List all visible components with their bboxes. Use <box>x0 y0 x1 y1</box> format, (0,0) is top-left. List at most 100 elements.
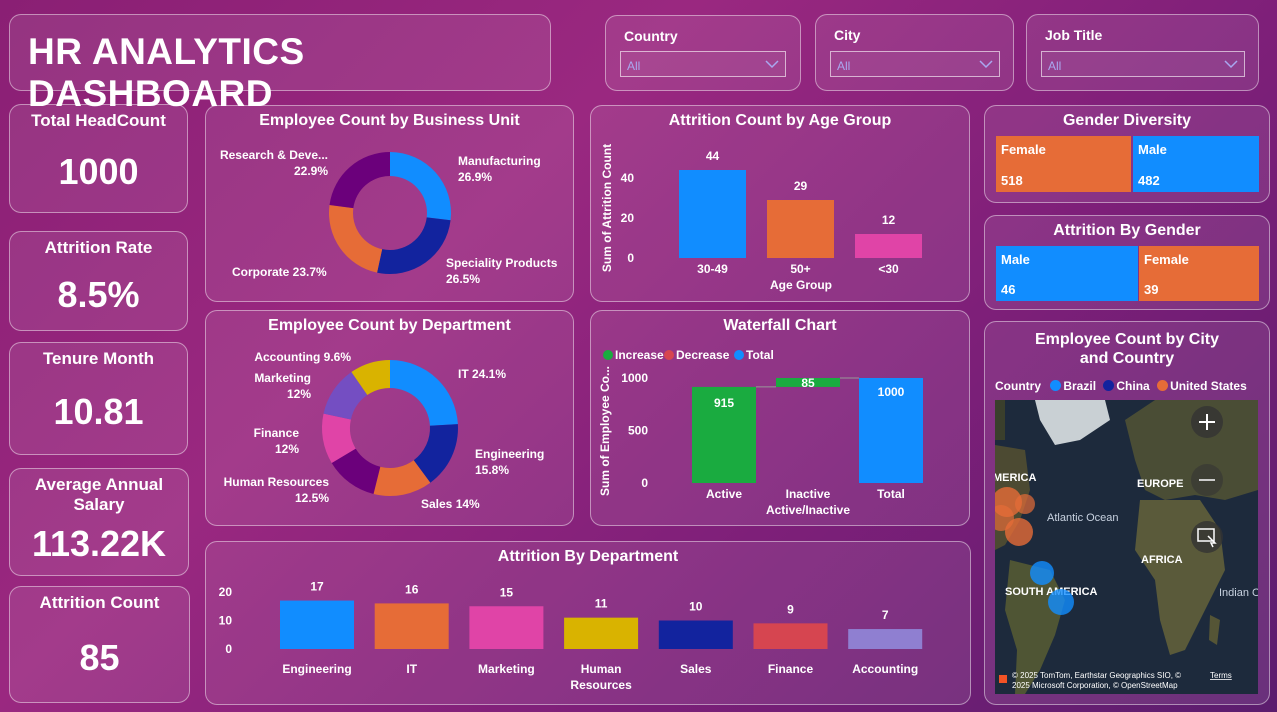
data-label: 10 <box>689 600 703 614</box>
donut-slice <box>390 360 458 426</box>
map-credit: © 2025 TomTom, Earthstar Geographics SIO… <box>1012 671 1181 680</box>
department-chart-card: Employee Count by Department IT 24.1% Eng… <box>205 310 574 526</box>
legend-dot <box>734 350 744 360</box>
slice-label: Engineering <box>475 447 544 461</box>
department-donut-chart[interactable]: IT 24.1% Engineering 15.8% Sales 14% Human R… <box>206 311 575 527</box>
map-selection-button[interactable] <box>1191 521 1223 553</box>
tile-value: 46 <box>1001 282 1016 297</box>
gender-tile-female[interactable]: Female 518 <box>996 136 1131 192</box>
kpi-label: Total HeadCount <box>31 111 166 130</box>
slice-label: IT 24.1% <box>458 367 506 381</box>
kpi-value: 8.5% <box>57 274 140 315</box>
kpi-value: 85 <box>79 637 120 678</box>
business-unit-donut-chart[interactable]: Manufacturing 26.9% Speciality Products 26.… <box>206 106 575 303</box>
y-tick-label: 0 <box>225 642 232 656</box>
country-dropdown[interactable]: All <box>620 51 786 77</box>
tile-name: Male <box>1138 142 1167 157</box>
donut-slice <box>329 152 390 209</box>
chart-title: Attrition By Gender <box>1053 222 1201 239</box>
legend-item: Brazil <box>1063 379 1097 393</box>
kpi-label: Attrition Count <box>39 593 160 612</box>
attrition-department-chart-card: Attrition By Department 0 10 20 17 Engineeri… <box>205 541 971 705</box>
world-map[interactable]: MERICA EUROPE Atlantic Ocean AFRICA SOUT… <box>995 400 1258 694</box>
gender-tile-male[interactable]: Male 482 <box>1133 136 1259 192</box>
data-label: 44 <box>706 149 720 163</box>
x-tick-label: Human <box>581 662 622 676</box>
legend-item: China <box>1116 379 1150 393</box>
slice-label: 12.5% <box>295 491 329 505</box>
chevron-down-icon <box>1224 60 1238 69</box>
zoom-in-button[interactable] <box>1191 406 1223 438</box>
map-label: Atlantic Ocean <box>1047 512 1119 524</box>
map-bubble <box>1015 494 1035 514</box>
x-tick-label: Total <box>877 487 905 501</box>
tile-value: 39 <box>1144 282 1159 297</box>
legend-item: United States <box>1170 379 1247 393</box>
dashboard-title-card: HR ANALYTICS DASHBOARD <box>9 14 551 114</box>
kpi-label: Tenure Month <box>42 349 155 368</box>
tile-value: 518 <box>1001 173 1023 188</box>
kpi-value: 1000 <box>58 151 139 192</box>
data-label: 85 <box>801 376 815 390</box>
attrition-gender-card: Attrition By Gender Male 46 Female 39 <box>984 215 1270 310</box>
kpi-value: 113.22K <box>31 523 167 564</box>
gender-diversity-card: Gender Diversity Female 518 Male 482 <box>984 105 1270 203</box>
data-label: 16 <box>405 582 419 596</box>
y-axis-label: Sum of Employee Co... <box>598 366 612 496</box>
city-slicer[interactable]: City All <box>815 14 1014 91</box>
legend-title: Country <box>995 379 1041 393</box>
map-legend: Country Brazil China United States <box>995 379 1247 393</box>
attrition-department-bar-chart[interactable]: 0 10 20 17 Engineering 16 IT 15 Marketing 11 Human… <box>206 542 972 706</box>
bar <box>679 170 746 258</box>
legend-dot <box>603 350 613 360</box>
x-tick-label: IT <box>406 662 417 676</box>
x-axis-label: Age Group <box>770 278 832 292</box>
slice-label: Accounting 9.6% <box>254 350 351 364</box>
job-title-slicer[interactable]: Job Title All <box>1026 14 1259 91</box>
y-tick-label: 0 <box>641 476 648 490</box>
kpi-total-headcount: Total HeadCount 1000 <box>9 104 188 213</box>
map-label: EUROPE <box>1137 478 1183 490</box>
job-title-dropdown[interactable]: All <box>1041 51 1245 77</box>
waterfall-chart[interactable]: Increase Decrease Total 0 500 1000 Sum of Empl… <box>591 311 971 527</box>
data-label: 915 <box>714 396 734 410</box>
x-tick-label: <30 <box>878 262 899 276</box>
x-tick-label: Resources <box>570 678 632 692</box>
tile-value: 482 <box>1138 173 1160 188</box>
chevron-down-icon <box>979 60 993 69</box>
map-label: Indian Ocean <box>1219 587 1258 599</box>
legend-item: Total <box>746 348 774 362</box>
dashboard-title: HR ANALYTICS DASHBOARD <box>28 31 305 114</box>
business-unit-chart-card: Employee Count by Business Unit Manufact… <box>205 105 574 302</box>
slice-label: Sales 14% <box>421 497 480 511</box>
bar <box>855 234 922 258</box>
age-group-bar-chart[interactable]: 0 20 40 Sum of Attrition Count 44 30-49 29 50+ 1… <box>591 106 971 303</box>
bar <box>658 620 733 649</box>
bar <box>753 623 828 649</box>
donut-slice <box>377 217 451 274</box>
zoom-out-button[interactable] <box>1191 464 1223 496</box>
map-label: MERICA <box>995 472 1036 484</box>
country-slicer[interactable]: Country All <box>605 15 801 91</box>
city-dropdown-value: All <box>837 59 851 73</box>
x-axis-label: Active/Inactive <box>766 503 850 517</box>
city-dropdown[interactable]: All <box>830 51 1000 77</box>
kpi-value: 10.81 <box>53 391 144 432</box>
slice-label: 12% <box>275 442 299 456</box>
slice-label: Manufacturing <box>458 154 541 168</box>
slice-label: Human Resources <box>224 475 330 489</box>
data-label: 15 <box>500 585 514 599</box>
x-tick-label: Marketing <box>478 662 535 676</box>
data-label: 1000 <box>878 385 905 399</box>
age-group-chart-card: Attrition Count by Age Group 0 20 40 Sum of… <box>590 105 970 302</box>
slice-label: 26.5% <box>446 272 480 286</box>
kpi-tenure-month: Tenure Month 10.81 <box>9 342 188 455</box>
attrition-tile-female[interactable]: Female 39 <box>1139 246 1259 301</box>
map-bubble <box>1048 589 1074 615</box>
slice-label: Finance <box>254 426 300 440</box>
y-tick-label: 500 <box>628 424 648 438</box>
attrition-tile-male[interactable]: Male 46 <box>996 246 1138 301</box>
terms-link[interactable]: Terms <box>1210 671 1232 680</box>
microsoft-logo-icon <box>999 675 1007 683</box>
y-axis-label: Sum of Attrition Count <box>600 144 614 272</box>
